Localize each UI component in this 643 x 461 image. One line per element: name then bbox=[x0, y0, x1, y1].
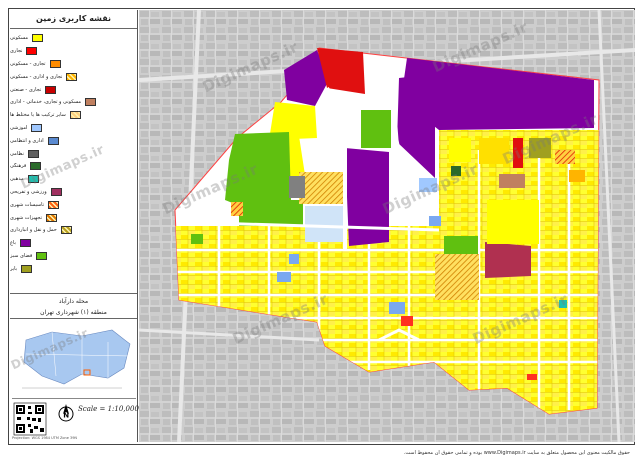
legend-swatch bbox=[46, 213, 58, 222]
legend-label: تجاری - مسکونی bbox=[10, 60, 46, 67]
legend-swatch bbox=[60, 226, 72, 235]
legend-label: تجاری - صنعتی bbox=[10, 86, 42, 93]
legend-swatch bbox=[27, 175, 39, 184]
map-canvas bbox=[139, 10, 635, 442]
legend-swatch bbox=[27, 149, 39, 158]
legend-swatch bbox=[21, 264, 33, 273]
legend-item: فرهنگی bbox=[10, 160, 138, 173]
neighborhood-label: محله دارآباد منطقه (۱) شهرداری تهران bbox=[10, 293, 137, 319]
legend-label: ورزشی و تفریحی bbox=[10, 188, 47, 195]
legend-item: نظامی bbox=[10, 147, 138, 160]
legend-swatch bbox=[30, 162, 42, 171]
legend-item: حمل و نقل و انبارداری bbox=[10, 224, 138, 237]
legend-label: تجاری و اداری - مسکونی bbox=[10, 73, 63, 80]
legend-title: نقشه کاربری زمین bbox=[10, 10, 137, 29]
district-name: منطقه (۱) شهرداری تهران bbox=[40, 309, 107, 316]
legend-label: تجهیزات شهری bbox=[10, 214, 43, 221]
legend-swatch bbox=[66, 72, 78, 81]
copyright-footer: حقوق مالکیت معنوی این محصول متعلق به سای… bbox=[403, 450, 630, 456]
legend-label: تاسیسات شهری bbox=[10, 201, 45, 208]
location-inset-map: Digimaps.ir bbox=[9, 322, 136, 399]
legend-label: مسکونی bbox=[10, 35, 29, 42]
legend-swatch bbox=[32, 34, 44, 43]
legend-item: باغ bbox=[10, 237, 138, 250]
legend-swatch bbox=[45, 85, 57, 94]
legend-swatch bbox=[26, 47, 38, 56]
legend-label: حمل و نقل و انبارداری bbox=[10, 227, 57, 234]
legend-swatch bbox=[31, 123, 43, 132]
legend-swatch bbox=[85, 98, 97, 107]
legend-label: اداری و انتظامی bbox=[10, 137, 44, 144]
legend-item: تاسیسات شهری bbox=[10, 198, 138, 211]
legend-swatch bbox=[36, 251, 48, 260]
legend-item: آموزشی bbox=[10, 122, 138, 135]
legend-list: مسکونی تجاری تجاری - مسکونی تجاری و اداری -… bbox=[10, 32, 138, 275]
legend-item: ورزشی و تفریحی bbox=[10, 186, 138, 199]
legend-item: مسکونی و تجاری، خدماتی - اداری bbox=[10, 96, 138, 109]
legend-item: تجاری - صنعتی bbox=[10, 83, 138, 96]
neighborhood-name: محله دارآباد bbox=[58, 298, 89, 305]
legend-swatch bbox=[48, 200, 60, 209]
legend-swatch bbox=[69, 111, 81, 120]
legend-label: باغ bbox=[10, 240, 16, 247]
legend-item: تجاری و اداری - مسکونی bbox=[10, 70, 138, 83]
legend-swatch bbox=[50, 187, 62, 196]
legend-label: سایر ترکیب ها یا مختلط ها bbox=[10, 112, 66, 119]
green-space-west bbox=[225, 132, 291, 208]
legend-label: مسکونی و تجاری، خدماتی - اداری bbox=[10, 99, 82, 106]
legend-swatch bbox=[19, 239, 31, 248]
legend-item: تجهیزات شهری bbox=[10, 211, 138, 224]
north-arrow-icon: N bbox=[58, 404, 74, 422]
legend-label: تجاری bbox=[10, 48, 23, 55]
legend-label: بایر bbox=[10, 265, 18, 272]
legend-item: مسکونی bbox=[10, 32, 138, 45]
legend-item: اداری و انتظامی bbox=[10, 134, 138, 147]
legend-label: فرهنگی bbox=[10, 163, 27, 170]
projection-note: Projection: WGS 1984 UTM Zone 39N bbox=[12, 436, 78, 440]
legend-label: مذهبی bbox=[10, 176, 24, 183]
svg-text:N: N bbox=[63, 412, 69, 420]
legend-swatch bbox=[49, 59, 61, 68]
land-use-map[interactable]: Digimaps.ir Digimaps.ir Digimaps.ir Digi… bbox=[139, 10, 635, 442]
legend-item: تجاری bbox=[10, 45, 138, 58]
map-scale: Scale = 1:10,000 bbox=[78, 405, 139, 413]
legend-item: فضای سبز bbox=[10, 250, 138, 263]
garden-zone-center bbox=[345, 148, 389, 246]
legend-item: مذهبی bbox=[10, 173, 138, 186]
legend-label: فضای سبز bbox=[10, 252, 33, 259]
legend-item: بایر bbox=[10, 262, 138, 275]
legend-item: سایر ترکیب ها یا مختلط ها bbox=[10, 109, 138, 122]
legend-label: نظامی bbox=[10, 150, 24, 157]
qr-code-icon bbox=[13, 402, 47, 436]
sports-complex bbox=[485, 242, 531, 278]
legend-swatch bbox=[47, 136, 59, 145]
legend-label: آموزشی bbox=[10, 124, 28, 131]
legend-item: تجاری - مسکونی bbox=[10, 58, 138, 71]
